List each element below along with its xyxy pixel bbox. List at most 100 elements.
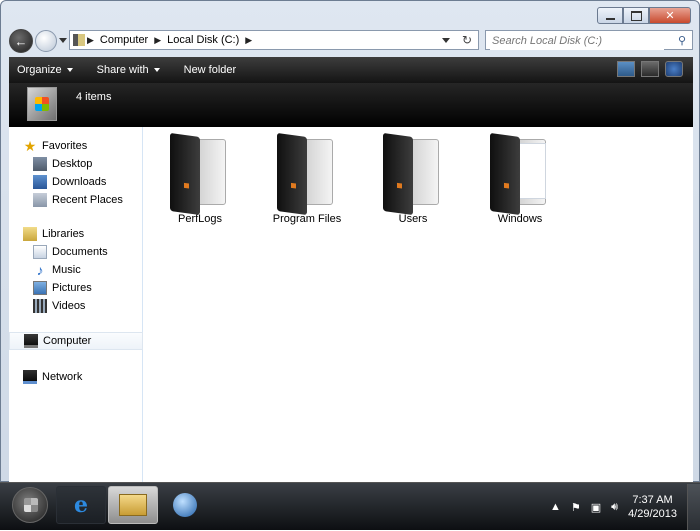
nav-computer-label: Computer <box>43 335 92 347</box>
drive-icon <box>27 87 57 121</box>
star-icon: ★ <box>23 138 37 154</box>
notification-area: ▲ ⚑ ▣ 🔊︎ 7:37 AM 4/29/2013 <box>550 483 700 531</box>
address-bar[interactable]: ▶ Computer ▶ Local Disk (C:) ▶ ↻ <box>69 30 479 50</box>
documents-icon <box>33 245 47 259</box>
explorer-icon <box>119 494 147 516</box>
close-button[interactable]: ✕ <box>649 7 691 24</box>
nav-recent-places[interactable]: Recent Places <box>9 191 143 209</box>
ie-taskbar-button[interactable]: e <box>56 486 106 524</box>
address-row: ← ▶ Computer ▶ Local Disk (C:) ▶ ↻ ⚲ <box>9 29 693 53</box>
back-button[interactable]: ← <box>9 29 33 53</box>
breadcrumb-local-disk[interactable]: Local Disk (C:) <box>163 34 243 46</box>
caption-buttons: ✕ <box>597 7 691 24</box>
folder-label: PerfLogs <box>177 213 223 225</box>
nav-computer[interactable]: Computer <box>9 332 143 350</box>
nav-favorites-label: Favorites <box>42 140 88 152</box>
address-history-dropdown[interactable] <box>442 38 450 43</box>
refresh-icon[interactable]: ↻ <box>462 33 472 47</box>
navigation-pane: ★ Favorites Desktop Downloads Recent Plac… <box>9 127 143 483</box>
nav-libraries[interactable]: Libraries <box>9 225 143 243</box>
back-icon: ← <box>14 33 28 49</box>
start-icon[interactable] <box>12 487 48 523</box>
nav-videos[interactable]: Videos <box>9 297 143 315</box>
show-desktop-button[interactable] <box>687 484 700 530</box>
nav-music[interactable]: ♪ Music <box>9 261 143 279</box>
recent-places-icon <box>33 193 47 207</box>
command-bar-right <box>611 61 683 77</box>
nav-videos-label: Videos <box>52 300 86 312</box>
nav-documents[interactable]: Documents <box>9 243 143 261</box>
nav-music-label: Music <box>52 264 81 276</box>
share-with-button[interactable]: Share with <box>89 64 168 76</box>
folder-item[interactable]: Program Files <box>262 132 352 233</box>
folder-item[interactable]: Users <box>368 132 458 233</box>
breadcrumb-separator[interactable]: ▶ <box>243 35 254 46</box>
flag-icon[interactable]: ⚑ <box>571 501 581 514</box>
libraries-group: Libraries Documents ♪ Music Pictures Vide… <box>9 225 143 315</box>
nav-pictures[interactable]: Pictures <box>9 279 143 297</box>
view-icon[interactable] <box>617 61 635 77</box>
new-folder-label: New folder <box>183 64 237 76</box>
music-icon: ♪ <box>36 262 44 278</box>
search-box[interactable]: ⚲ <box>485 30 693 50</box>
nav-network[interactable]: Network <box>9 368 143 386</box>
folder-item[interactable]: PerfLogs <box>155 132 245 233</box>
chevron-down-icon <box>66 68 73 72</box>
recent-pages-dropdown[interactable] <box>59 38 67 43</box>
folder-icon <box>488 132 552 216</box>
nav-downloads[interactable]: Downloads <box>9 173 143 191</box>
clock-time: 7:37 AM <box>632 494 673 506</box>
folder-label: Users <box>398 213 428 225</box>
search-input[interactable] <box>490 32 664 50</box>
nav-recent-places-label: Recent Places <box>52 194 123 206</box>
new-folder-button[interactable]: New folder <box>176 64 245 76</box>
network-group: Network <box>9 368 143 386</box>
computer-group: Computer <box>9 332 143 350</box>
item-count: 4 items <box>76 91 112 103</box>
nav-desktop-label: Desktop <box>52 158 93 170</box>
media-player-icon <box>173 493 197 517</box>
details-header: 4 items <box>9 83 693 127</box>
favorites-group: ★ Favorites Desktop Downloads Recent Plac… <box>9 137 143 209</box>
share-with-label: Share with <box>96 64 149 76</box>
command-bar: Organize Share with New folder <box>9 57 693 83</box>
nav-libraries-label: Libraries <box>42 228 85 240</box>
explorer-window: ✕ ← ▶ Computer ▶ Local Disk (C:) ▶ ↻ ⚲ O… <box>0 0 700 483</box>
maximize-button[interactable] <box>623 7 649 24</box>
folder-icon <box>168 132 232 216</box>
folder-icon <box>275 132 339 216</box>
chevron-down-icon <box>153 68 160 72</box>
nav-desktop[interactable]: Desktop <box>9 155 143 173</box>
folder-item[interactable]: Windows <box>475 132 565 233</box>
folder-label: Windows <box>497 213 543 225</box>
volume-icon[interactable]: 🔊︎ <box>611 501 618 514</box>
nav-downloads-label: Downloads <box>52 176 107 188</box>
search-icon[interactable]: ⚲ <box>678 34 686 47</box>
breadcrumb-separator[interactable]: ▶ <box>152 35 163 46</box>
downloads-icon <box>33 175 47 189</box>
folder-label: Program Files <box>272 213 342 225</box>
minimize-button[interactable] <box>597 7 623 24</box>
show-hidden-icons-button[interactable]: ▲ <box>550 501 561 513</box>
breadcrumb-computer[interactable]: Computer <box>96 34 152 46</box>
organize-button[interactable]: Organize <box>9 64 81 76</box>
clock-date: 4/29/2013 <box>628 508 677 520</box>
nav-documents-label: Documents <box>52 246 108 258</box>
taskbar: e ▲ ⚑ ▣ 🔊︎ 7:37 AM 4/29/2013 <box>0 482 700 530</box>
help-icon[interactable] <box>665 61 683 77</box>
folder-icon <box>381 132 445 216</box>
nav-network-label: Network <box>42 371 83 383</box>
clock[interactable]: 7:37 AM 4/29/2013 <box>628 493 677 521</box>
explorer-taskbar-button[interactable] <box>108 486 158 524</box>
network-tray-icon[interactable]: ▣ <box>591 501 601 514</box>
computer-location-icon <box>73 34 85 46</box>
forward-button[interactable] <box>35 30 57 52</box>
media-player-taskbar-button[interactable] <box>160 486 210 524</box>
nav-favorites[interactable]: ★ Favorites <box>9 137 143 155</box>
ie-icon: e <box>74 492 88 518</box>
pictures-icon <box>33 281 47 295</box>
videos-icon <box>33 299 47 313</box>
breadcrumb-separator[interactable]: ▶ <box>85 35 96 46</box>
file-list: PerfLogs Program Files Users Windows <box>143 127 693 483</box>
preview-pane-icon[interactable] <box>641 61 659 77</box>
